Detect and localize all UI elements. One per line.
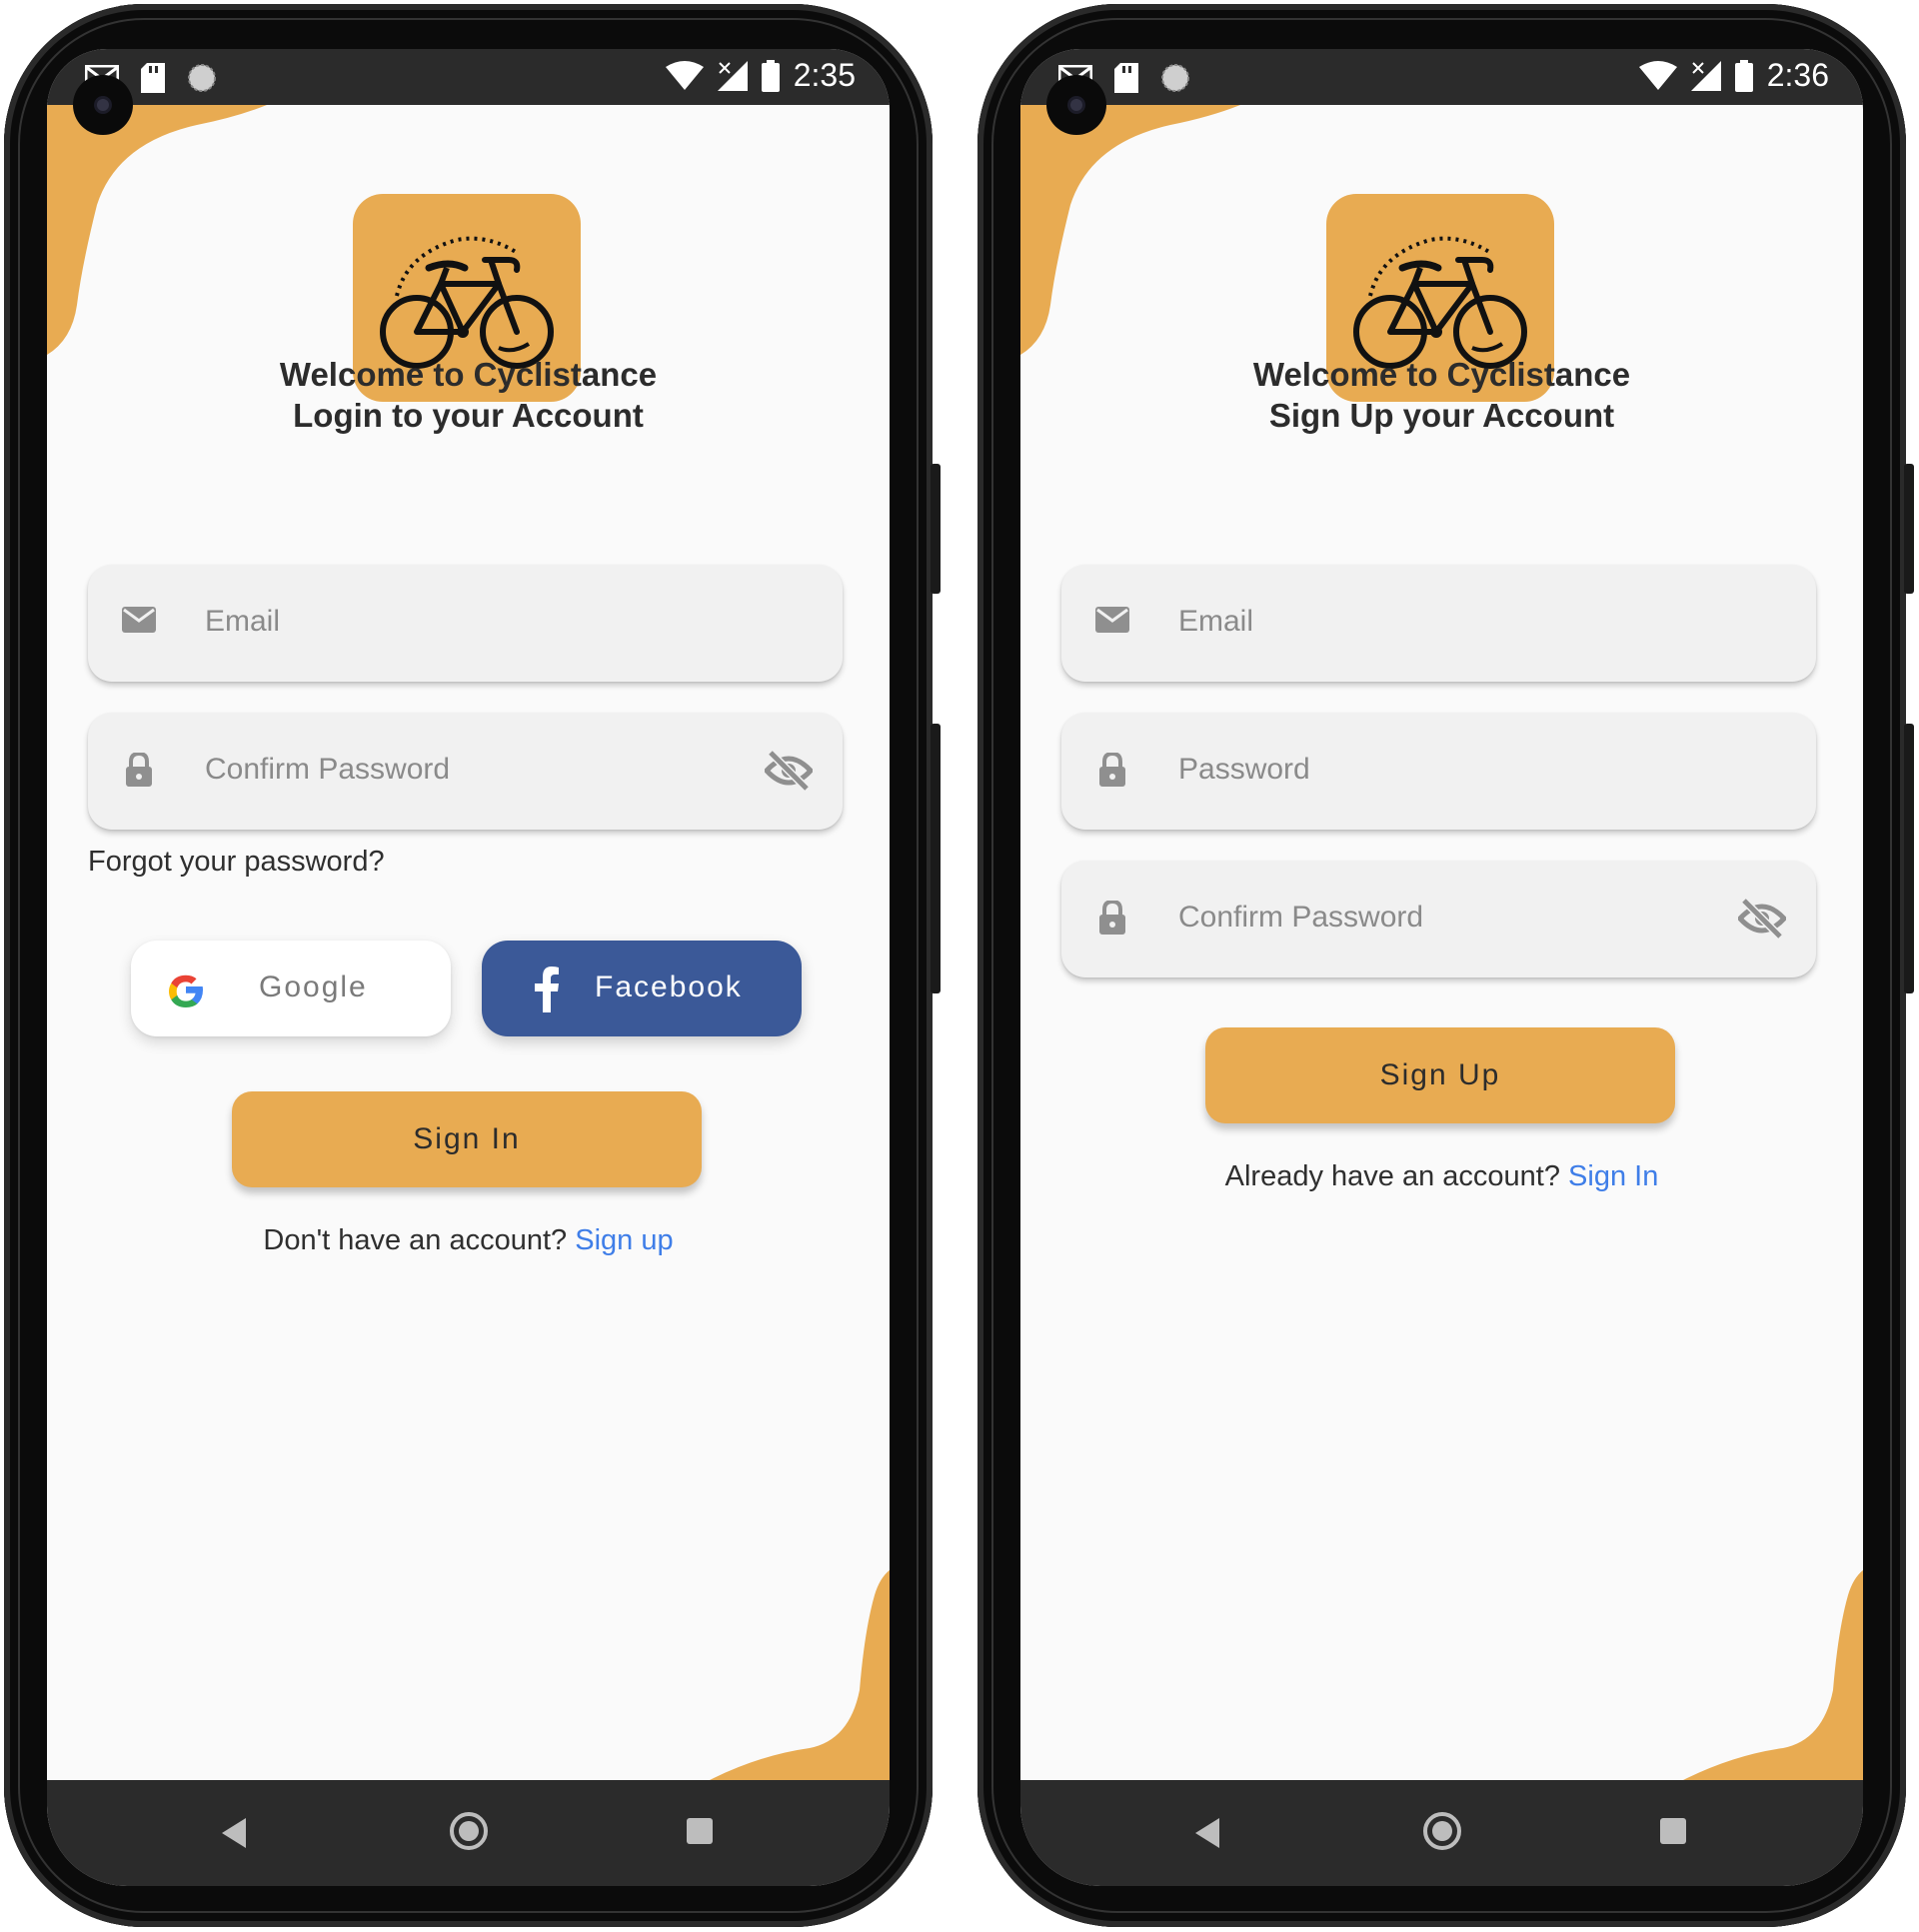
signup-screen: 2:36 Welcome to Cyclistance Sign Up your… <box>1020 49 1863 1886</box>
phone-signup: 2:36 Welcome to Cyclistance Sign Up your… <box>977 4 1914 1927</box>
signin-prompt: Already have an account? Sign In <box>1020 1160 1863 1193</box>
back-icon[interactable] <box>1195 1818 1219 1848</box>
status-bar: 2:36 <box>1020 49 1863 135</box>
signal-icon <box>1690 60 1721 91</box>
google-label: Google <box>259 970 368 1003</box>
recents-icon[interactable] <box>687 1818 713 1844</box>
sign-in-link[interactable]: Sign In <box>1568 1160 1658 1192</box>
volume-button <box>931 724 941 993</box>
sync-icon <box>1161 64 1189 92</box>
facebook-label: Facebook <box>595 970 743 1003</box>
power-button <box>931 464 941 594</box>
navigation-bar <box>47 1780 890 1886</box>
email-field[interactable]: Email <box>1061 565 1816 682</box>
eye-off-icon[interactable] <box>765 751 813 791</box>
front-camera <box>1046 75 1106 135</box>
bicycle-icon <box>380 236 554 369</box>
password-placeholder: Password <box>1178 753 1310 786</box>
home-icon[interactable] <box>450 1812 488 1850</box>
home-icon[interactable] <box>1423 1812 1461 1850</box>
sync-icon <box>188 64 216 92</box>
back-icon[interactable] <box>222 1818 246 1848</box>
wifi-icon <box>1638 60 1677 90</box>
status-time: 2:36 <box>1766 57 1829 93</box>
eye-off-icon[interactable] <box>1738 899 1786 939</box>
login-screen: 2:35 Welcome to Cyclistance Login to you… <box>47 49 890 1886</box>
google-signin-button[interactable]: Google <box>131 941 451 1036</box>
facebook-icon <box>535 966 559 1012</box>
signup-prompt: Don't have an account? Sign up <box>47 1224 890 1257</box>
mail-icon <box>122 607 156 633</box>
sd-card-icon <box>1114 63 1138 93</box>
signin-prompt-text: Already have an account? <box>1224 1160 1560 1192</box>
decor-blob-bottom-right <box>1683 1570 1863 1780</box>
wifi-icon <box>665 60 704 90</box>
confirm-password-field[interactable]: Confirm Password <box>1061 861 1816 977</box>
sign-up-link[interactable]: Sign up <box>575 1224 673 1256</box>
signup-subtitle: Sign Up your Account <box>1268 397 1615 434</box>
battery-icon <box>1734 59 1753 92</box>
status-time: 2:35 <box>793 57 856 93</box>
password-placeholder: Confirm Password <box>205 753 451 786</box>
welcome-title: Welcome to Cyclistance <box>1252 356 1631 393</box>
status-bar: 2:35 <box>47 49 890 135</box>
password-field[interactable]: Confirm Password <box>88 713 843 830</box>
front-camera <box>73 75 133 135</box>
login-subtitle: Login to your Account <box>293 397 644 434</box>
email-placeholder: Email <box>205 605 281 638</box>
google-icon <box>169 974 203 1007</box>
sd-card-icon <box>141 63 165 93</box>
decor-blob-top-left <box>1020 105 1240 355</box>
lock-icon <box>1099 901 1125 935</box>
decor-blob-top-left <box>47 105 267 355</box>
confirm-password-placeholder: Confirm Password <box>1178 901 1424 934</box>
battery-icon <box>761 59 780 92</box>
sign-in-button[interactable]: Sign In <box>232 1091 702 1187</box>
bicycle-icon <box>1353 236 1527 369</box>
decor-blob-bottom-right <box>710 1570 890 1780</box>
volume-button <box>1904 724 1914 993</box>
lock-icon <box>126 753 152 787</box>
phone-login: 2:35 Welcome to Cyclistance Login to you… <box>4 4 941 1927</box>
facebook-signin-button[interactable]: Facebook <box>482 941 802 1036</box>
power-button <box>1904 464 1914 594</box>
email-field[interactable]: Email <box>88 565 843 682</box>
mail-icon <box>1095 607 1129 633</box>
email-placeholder: Email <box>1178 605 1254 638</box>
lock-icon <box>1099 753 1125 787</box>
navigation-bar <box>1020 1780 1863 1886</box>
sign-up-button[interactable]: Sign Up <box>1205 1027 1675 1123</box>
welcome-title: Welcome to Cyclistance <box>279 356 658 393</box>
signup-prompt-text: Don't have an account? <box>263 1224 568 1256</box>
forgot-password-link[interactable]: Forgot your password? <box>88 846 385 879</box>
recents-icon[interactable] <box>1660 1818 1686 1844</box>
signal-icon <box>717 60 748 91</box>
password-field[interactable]: Password <box>1061 713 1816 830</box>
